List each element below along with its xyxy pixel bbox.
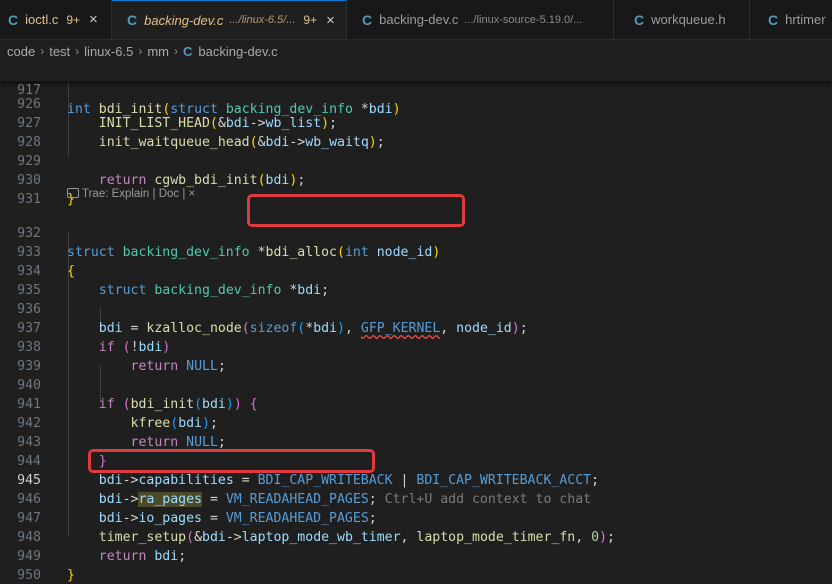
- codelens-trae[interactable]: Trae: Explain | Doc | ×: [67, 188, 195, 200]
- code-line-935: 935: [0, 262, 832, 298]
- line-number: 917: [17, 83, 41, 98]
- c-file-icon: C: [362, 11, 373, 28]
- tab-ioctl-c[interactable]: C ioctl.c 9+ ×: [0, 0, 112, 39]
- code-line-946: 946 bdi->io_pages = VM_READAHEAD_PAGES;: [0, 471, 832, 526]
- code-line-942: 942 return NULL;: [0, 395, 832, 450]
- code-line-937: 937 if (!bdi): [0, 300, 832, 355]
- c-file-icon: C: [182, 43, 193, 59]
- tab-path: .../linux-source-5.19.0/...: [464, 13, 583, 26]
- code-line-940: 940 if (bdi_init(bdi)) {: [0, 357, 832, 412]
- problems-badge: 9+: [66, 12, 81, 27]
- problems-badge: 9+: [303, 13, 318, 27]
- code-line-939: 939: [0, 338, 832, 374]
- close-icon[interactable]: ×: [89, 11, 98, 28]
- tab-label: workqueue.h: [651, 12, 726, 27]
- code-line-945: 945 bdi->ra_pages = VM_READAHEAD_PAGES; …: [0, 452, 832, 507]
- code-line-933: 933 {: [0, 224, 832, 279]
- breadcrumb: code › test › linux-6.5 › mm › C backing…: [0, 40, 832, 62]
- code-line-947: 947 timer_setup(&bdi->laptop_mode_wb_tim…: [0, 490, 832, 545]
- c-file-icon: C: [8, 11, 19, 28]
- code-line-950: 950 EXPORT_SYMBOL(bdi_alloc);: [0, 547, 832, 583]
- code-line-936: 936 bdi = kzalloc_node(sizeof(*bdi), GFP…: [0, 281, 832, 336]
- c-file-icon: C: [768, 11, 779, 28]
- code-line-932: 932 struct backing_dev_info *bdi_alloc(i…: [0, 205, 832, 260]
- tab-label: backing-dev.c: [144, 12, 224, 28]
- chevron-right-icon: ›: [138, 44, 143, 58]
- code-line-938: 938 return NULL;: [0, 319, 832, 374]
- breadcrumb-item-file[interactable]: backing-dev.c: [198, 44, 277, 59]
- chevron-right-icon: ›: [75, 44, 80, 58]
- code-line-930: 930 }: [0, 152, 832, 207]
- chevron-right-icon: ›: [173, 44, 178, 58]
- c-file-icon: C: [127, 12, 138, 28]
- code-line-944: 944 bdi->capabilities = BDI_CAP_WRITEBAC…: [0, 433, 832, 488]
- tab-label: backing-dev.c: [379, 12, 459, 27]
- editor-tab-bar: C ioctl.c 9+ × C backing-dev.c .../linux…: [0, 0, 832, 40]
- breadcrumb-item-test[interactable]: test: [49, 44, 70, 59]
- tab-path: .../linux-6.5/...: [229, 14, 296, 26]
- code-line-948: 948 return bdi;: [0, 509, 832, 564]
- breadcrumb-item-linux[interactable]: linux-6.5: [84, 44, 133, 59]
- code-line-941: 941 kfree(bdi);: [0, 376, 832, 431]
- tab-backing-dev-c-5-19[interactable]: C backing-dev.c .../linux-source-5.19.0/…: [347, 0, 614, 39]
- code-line-934: 934 struct backing_dev_info *bdi;: [0, 243, 832, 298]
- code-line-929: 929 return cgwb_bdi_init(bdi);: [0, 133, 832, 188]
- tab-label: hrtimer: [785, 12, 826, 27]
- breadcrumb-item-code[interactable]: code: [7, 44, 35, 59]
- close-icon[interactable]: ×: [326, 12, 335, 29]
- code-line-943: 943 }: [0, 414, 832, 469]
- code-line: int bdi_init(struct backing_dev_info *bd…: [67, 102, 401, 117]
- code-line-951: 951: [0, 566, 832, 584]
- chevron-right-icon: ›: [40, 44, 45, 58]
- codelens-label: Trae: Explain | Doc | ×: [82, 188, 196, 200]
- code-line-949: 949 }: [0, 528, 832, 583]
- tab-workqueue-h[interactable]: C workqueue.h: [614, 0, 750, 39]
- tab-hrtimer[interactable]: C hrtimer: [750, 0, 832, 39]
- sticky-scroll-line[interactable]: 917 int bdi_init(struct backing_dev_info…: [0, 62, 832, 117]
- c-file-icon: C: [634, 11, 645, 28]
- chat-icon: [67, 188, 79, 198]
- code-editor[interactable]: 917 int bdi_init(struct backing_dev_info…: [0, 62, 832, 584]
- tab-backing-dev-c-active[interactable]: C backing-dev.c .../linux-6.5/... 9+ ×: [112, 0, 347, 39]
- breadcrumb-item-mm[interactable]: mm: [147, 44, 169, 59]
- tab-label: ioctl.c: [25, 12, 59, 27]
